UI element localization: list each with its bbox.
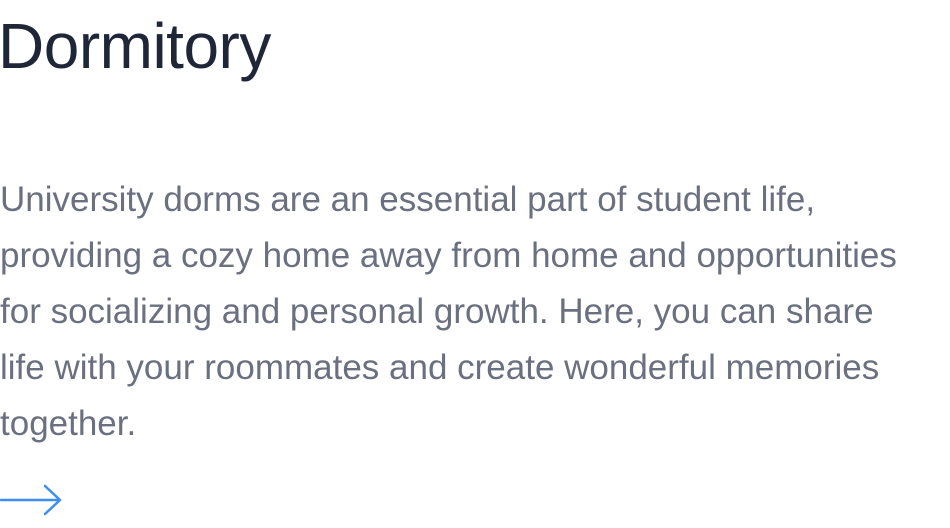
description-line: University dorms are an essential part o… bbox=[0, 180, 816, 219]
card-title: Dormitory bbox=[0, 10, 271, 82]
description-line: for socializing and personal growth. Her… bbox=[0, 292, 874, 331]
read-more-link[interactable] bbox=[0, 482, 64, 518]
arrow-right-icon bbox=[0, 484, 62, 516]
description-line: life with your roommates and create wond… bbox=[0, 348, 880, 387]
card-description: University dorms are an essential part o… bbox=[0, 172, 935, 452]
description-line: together. bbox=[0, 404, 137, 443]
dormitory-card: Dormitory University dorms are an essent… bbox=[0, 0, 950, 528]
description-line: providing a cozy home away from home and… bbox=[0, 236, 897, 275]
